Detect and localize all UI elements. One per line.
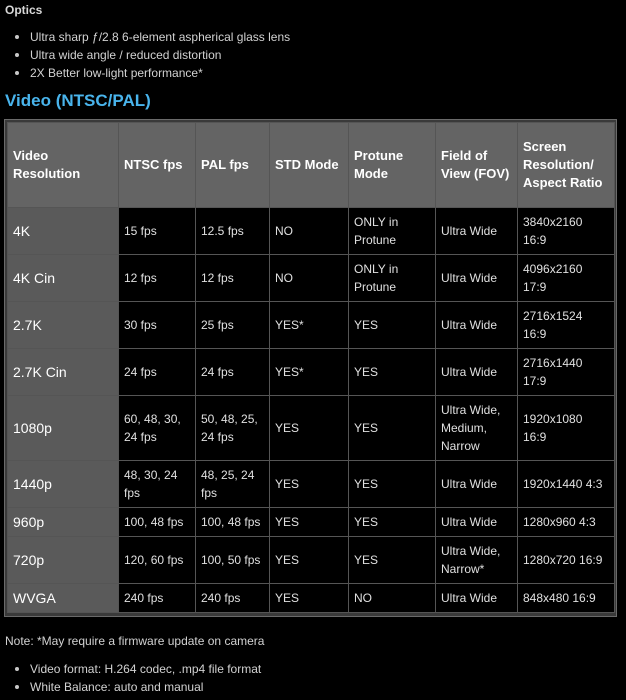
- header-video-resolution: Video Resolution: [7, 122, 119, 208]
- protune-cell: YES: [348, 301, 436, 349]
- firmware-note: Note: *May require a firmware update on …: [5, 634, 265, 648]
- ntsc-cell: 15 fps: [118, 207, 196, 255]
- screen-res-cell: 1280x720 16:9: [517, 536, 615, 584]
- resolution-cell: 4K Cin: [7, 254, 119, 302]
- ntsc-cell: 120, 60 fps: [118, 536, 196, 584]
- fov-cell: Ultra Wide: [435, 301, 518, 349]
- resolution-cell: 2.7K Cin: [7, 348, 119, 396]
- resolution-cell: 720p: [7, 536, 119, 584]
- std-cell: YES: [269, 507, 349, 537]
- fov-cell: Ultra Wide, Narrow*: [435, 536, 518, 584]
- table-row: WVGA 240 fps 240 fps YES NO Ultra Wide 8…: [7, 583, 615, 613]
- table-row: 960p 100, 48 fps 100, 48 fps YES YES Ult…: [7, 507, 615, 537]
- pal-cell: 12.5 fps: [195, 207, 270, 255]
- header-field-of-view: Field of View (FOV): [435, 122, 518, 208]
- std-cell: YES*: [269, 348, 349, 396]
- resolution-cell: 960p: [7, 507, 119, 537]
- pal-cell: 100, 48 fps: [195, 507, 270, 537]
- table-row: 2.7K Cin 24 fps 24 fps YES* YES Ultra Wi…: [7, 348, 615, 396]
- std-cell: YES: [269, 395, 349, 461]
- list-item: White Balance: auto and manual: [15, 678, 261, 696]
- pal-cell: 48, 25, 24 fps: [195, 460, 270, 508]
- protune-cell: YES: [348, 348, 436, 396]
- screen-res-cell: 2716x1524 16:9: [517, 301, 615, 349]
- std-cell: YES: [269, 460, 349, 508]
- fov-cell: Ultra Wide: [435, 507, 518, 537]
- screen-res-cell: 4096x2160 17:9: [517, 254, 615, 302]
- resolution-cell: 4K: [7, 207, 119, 255]
- resolution-cell: 1080p: [7, 395, 119, 461]
- ntsc-cell: 240 fps: [118, 583, 196, 613]
- video-specs-table-container: Video Resolution NTSC fps PAL fps STD Mo…: [4, 119, 617, 617]
- table-row: 720p 120, 60 fps 100, 50 fps YES YES Ult…: [7, 536, 615, 584]
- table-row: 4K Cin 12 fps 12 fps NO ONLY in Protune …: [7, 254, 615, 302]
- ntsc-cell: 60, 48, 30, 24 fps: [118, 395, 196, 461]
- pal-cell: 100, 50 fps: [195, 536, 270, 584]
- header-pal-fps: PAL fps: [195, 122, 270, 208]
- table-row: 4K 15 fps 12.5 fps NO ONLY in Protune Ul…: [7, 207, 615, 255]
- screen-res-cell: 2716x1440 17:9: [517, 348, 615, 396]
- table-row: 1440p 48, 30, 24 fps 48, 25, 24 fps YES …: [7, 460, 615, 508]
- screen-res-cell: 848x480 16:9: [517, 583, 615, 613]
- pal-cell: 50, 48, 25, 24 fps: [195, 395, 270, 461]
- ntsc-cell: 24 fps: [118, 348, 196, 396]
- std-cell: YES: [269, 583, 349, 613]
- list-item: Ultra wide angle / reduced distortion: [15, 46, 290, 64]
- fov-cell: Ultra Wide, Medium, Narrow: [435, 395, 518, 461]
- protune-cell: YES: [348, 395, 436, 461]
- screen-res-cell: 1280x960 4:3: [517, 507, 615, 537]
- std-cell: NO: [269, 207, 349, 255]
- protune-cell: YES: [348, 507, 436, 537]
- std-cell: YES*: [269, 301, 349, 349]
- pal-cell: 12 fps: [195, 254, 270, 302]
- ntsc-cell: 30 fps: [118, 301, 196, 349]
- fov-cell: Ultra Wide: [435, 583, 518, 613]
- header-ntsc-fps: NTSC fps: [118, 122, 196, 208]
- protune-cell: YES: [348, 460, 436, 508]
- list-item: Video format: H.264 codec, .mp4 file for…: [15, 660, 261, 678]
- pal-cell: 24 fps: [195, 348, 270, 396]
- fov-cell: Ultra Wide: [435, 460, 518, 508]
- list-item: 2X Better low-light performance*: [15, 64, 290, 82]
- header-screen-resolution: Screen Resolution/ Aspect Ratio: [517, 122, 615, 208]
- protune-cell: YES: [348, 536, 436, 584]
- fov-cell: Ultra Wide: [435, 348, 518, 396]
- table-header-row: Video Resolution NTSC fps PAL fps STD Mo…: [7, 122, 615, 208]
- video-specs-table: Video Resolution NTSC fps PAL fps STD Mo…: [7, 122, 615, 613]
- fov-cell: Ultra Wide: [435, 207, 518, 255]
- std-cell: YES: [269, 536, 349, 584]
- pal-cell: 240 fps: [195, 583, 270, 613]
- resolution-cell: WVGA: [7, 583, 119, 613]
- table-row: 1080p 60, 48, 30, 24 fps 50, 48, 25, 24 …: [7, 395, 615, 461]
- list-item: Ultra sharp ƒ/2.8 6-element aspherical g…: [15, 28, 290, 46]
- protune-cell: ONLY in Protune: [348, 207, 436, 255]
- screen-res-cell: 1920x1080 16:9: [517, 395, 615, 461]
- footer-list: Video format: H.264 codec, .mp4 file for…: [15, 660, 261, 696]
- screen-res-cell: 3840x2160 16:9: [517, 207, 615, 255]
- table-row: 2.7K 30 fps 25 fps YES* YES Ultra Wide 2…: [7, 301, 615, 349]
- ntsc-cell: 12 fps: [118, 254, 196, 302]
- protune-cell: NO: [348, 583, 436, 613]
- optics-list: Ultra sharp ƒ/2.8 6-element aspherical g…: [15, 28, 290, 82]
- fov-cell: Ultra Wide: [435, 254, 518, 302]
- video-heading: Video (NTSC/PAL): [5, 91, 151, 110]
- pal-cell: 25 fps: [195, 301, 270, 349]
- screen-res-cell: 1920x1440 4:3: [517, 460, 615, 508]
- ntsc-cell: 48, 30, 24 fps: [118, 460, 196, 508]
- header-protune-mode: Protune Mode: [348, 122, 436, 208]
- ntsc-cell: 100, 48 fps: [118, 507, 196, 537]
- resolution-cell: 2.7K: [7, 301, 119, 349]
- header-std-mode: STD Mode: [269, 122, 349, 208]
- std-cell: NO: [269, 254, 349, 302]
- optics-title: Optics: [5, 3, 43, 17]
- protune-cell: ONLY in Protune: [348, 254, 436, 302]
- resolution-cell: 1440p: [7, 460, 119, 508]
